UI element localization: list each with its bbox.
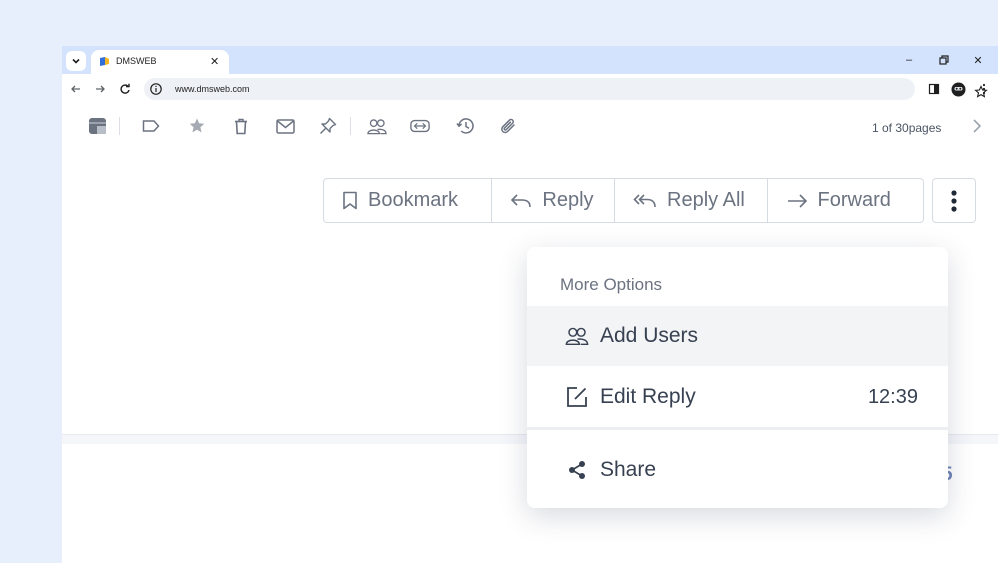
chevron-down-icon <box>72 58 80 64</box>
menu-divider <box>527 427 948 430</box>
more-vertical-icon <box>951 189 957 212</box>
menu-item-edit-reply[interactable]: Edit Reply 12:39 <box>527 367 948 427</box>
pin-button[interactable] <box>318 116 338 136</box>
more-options-menu: More Options Add Users Edit Reply 12:39 … <box>527 247 948 508</box>
avatar <box>951 82 965 96</box>
address-bar[interactable]: www.dmsweb.com <box>144 78 988 100</box>
chevron-right-icon[interactable] <box>970 118 984 134</box>
history-icon <box>455 118 474 134</box>
users-icon <box>565 324 589 348</box>
profile-button[interactable] <box>950 81 966 97</box>
envelope-icon <box>275 118 295 134</box>
reply-icon <box>511 193 532 207</box>
toolbar-divider <box>119 117 120 135</box>
forward-button[interactable] <box>92 81 108 97</box>
mark-read-button[interactable] <box>275 116 295 136</box>
menu-item-share[interactable]: Share <box>527 440 948 500</box>
transfer-button[interactable] <box>410 116 430 136</box>
back-button[interactable] <box>68 81 84 97</box>
delete-button[interactable] <box>231 116 251 136</box>
menu-item-label: Edit Reply <box>600 385 696 408</box>
reload-icon <box>120 83 130 94</box>
browser-tab[interactable]: DMSWEB ✕ <box>91 50 229 74</box>
side-panel-icon <box>928 83 940 95</box>
edit-icon <box>565 385 589 409</box>
reload-button[interactable] <box>117 81 133 97</box>
star-button[interactable] <box>187 116 207 136</box>
arrow-right-icon <box>96 85 105 93</box>
tab-title: DMSWEB <box>116 56 157 66</box>
url-text[interactable]: www.dmsweb.com <box>175 84 250 94</box>
star-icon <box>189 118 205 133</box>
pin-icon <box>320 117 337 134</box>
share-users-button[interactable] <box>367 116 387 136</box>
reply-all-label: Reply All <box>667 189 745 211</box>
close-icon[interactable]: ✕ <box>210 55 219 68</box>
bookmark-button[interactable]: Bookmark <box>324 179 493 222</box>
tab-strip: DMSWEB ✕ – ✕ <box>62 46 998 74</box>
tag-icon <box>142 120 160 132</box>
forward-button[interactable]: Forward <box>768 179 923 222</box>
reply-button[interactable]: Reply <box>492 179 616 222</box>
menu-header: More Options <box>560 275 663 294</box>
history-button[interactable] <box>455 116 475 136</box>
archive-button[interactable] <box>88 116 108 136</box>
side-panel-button[interactable] <box>926 81 942 97</box>
pagination-text: 1 of 30pages <box>872 121 942 135</box>
forward-label: Forward <box>817 189 891 211</box>
bookmark-label: Bookmark <box>368 189 459 211</box>
restore-button[interactable] <box>935 52 953 68</box>
browser-menu-button[interactable] <box>976 81 992 97</box>
reply-label: Reply <box>542 189 594 211</box>
label-button[interactable] <box>141 116 161 136</box>
more-vertical-icon <box>982 83 986 95</box>
restore-icon <box>939 55 949 65</box>
trash-icon <box>235 118 247 134</box>
menu-item-label: Share <box>600 458 657 481</box>
paperclip-icon <box>500 118 515 134</box>
reply-all-icon <box>633 193 656 207</box>
dmsweb-favicon-icon <box>100 57 109 66</box>
menu-item-timestamp: 12:39 <box>867 385 918 408</box>
message-actions: Bookmark Reply Reply All Forward <box>323 178 924 223</box>
mail-toolbar: 1 of 30pages <box>62 104 998 144</box>
more-options-button[interactable] <box>932 178 976 223</box>
close-window-button[interactable]: ✕ <box>969 52 987 68</box>
menu-item-label: Add Users <box>600 324 699 347</box>
archive-icon <box>89 118 106 134</box>
minimize-button[interactable]: – <box>900 52 918 68</box>
reply-all-button[interactable]: Reply All <box>615 179 768 222</box>
share-icon <box>565 458 589 482</box>
bookmark-icon <box>343 191 357 210</box>
tab-list-button[interactable] <box>66 51 86 71</box>
info-icon[interactable] <box>149 82 163 96</box>
toolbar-divider <box>350 117 351 135</box>
browser-toolbar: www.dmsweb.com <box>62 74 998 104</box>
attach-button[interactable] <box>498 116 518 136</box>
transfer-icon <box>410 119 430 133</box>
arrow-left-icon <box>71 85 80 93</box>
users-icon <box>367 118 387 134</box>
arrow-right-icon <box>787 193 807 208</box>
menu-item-add-users[interactable]: Add Users <box>527 306 948 366</box>
